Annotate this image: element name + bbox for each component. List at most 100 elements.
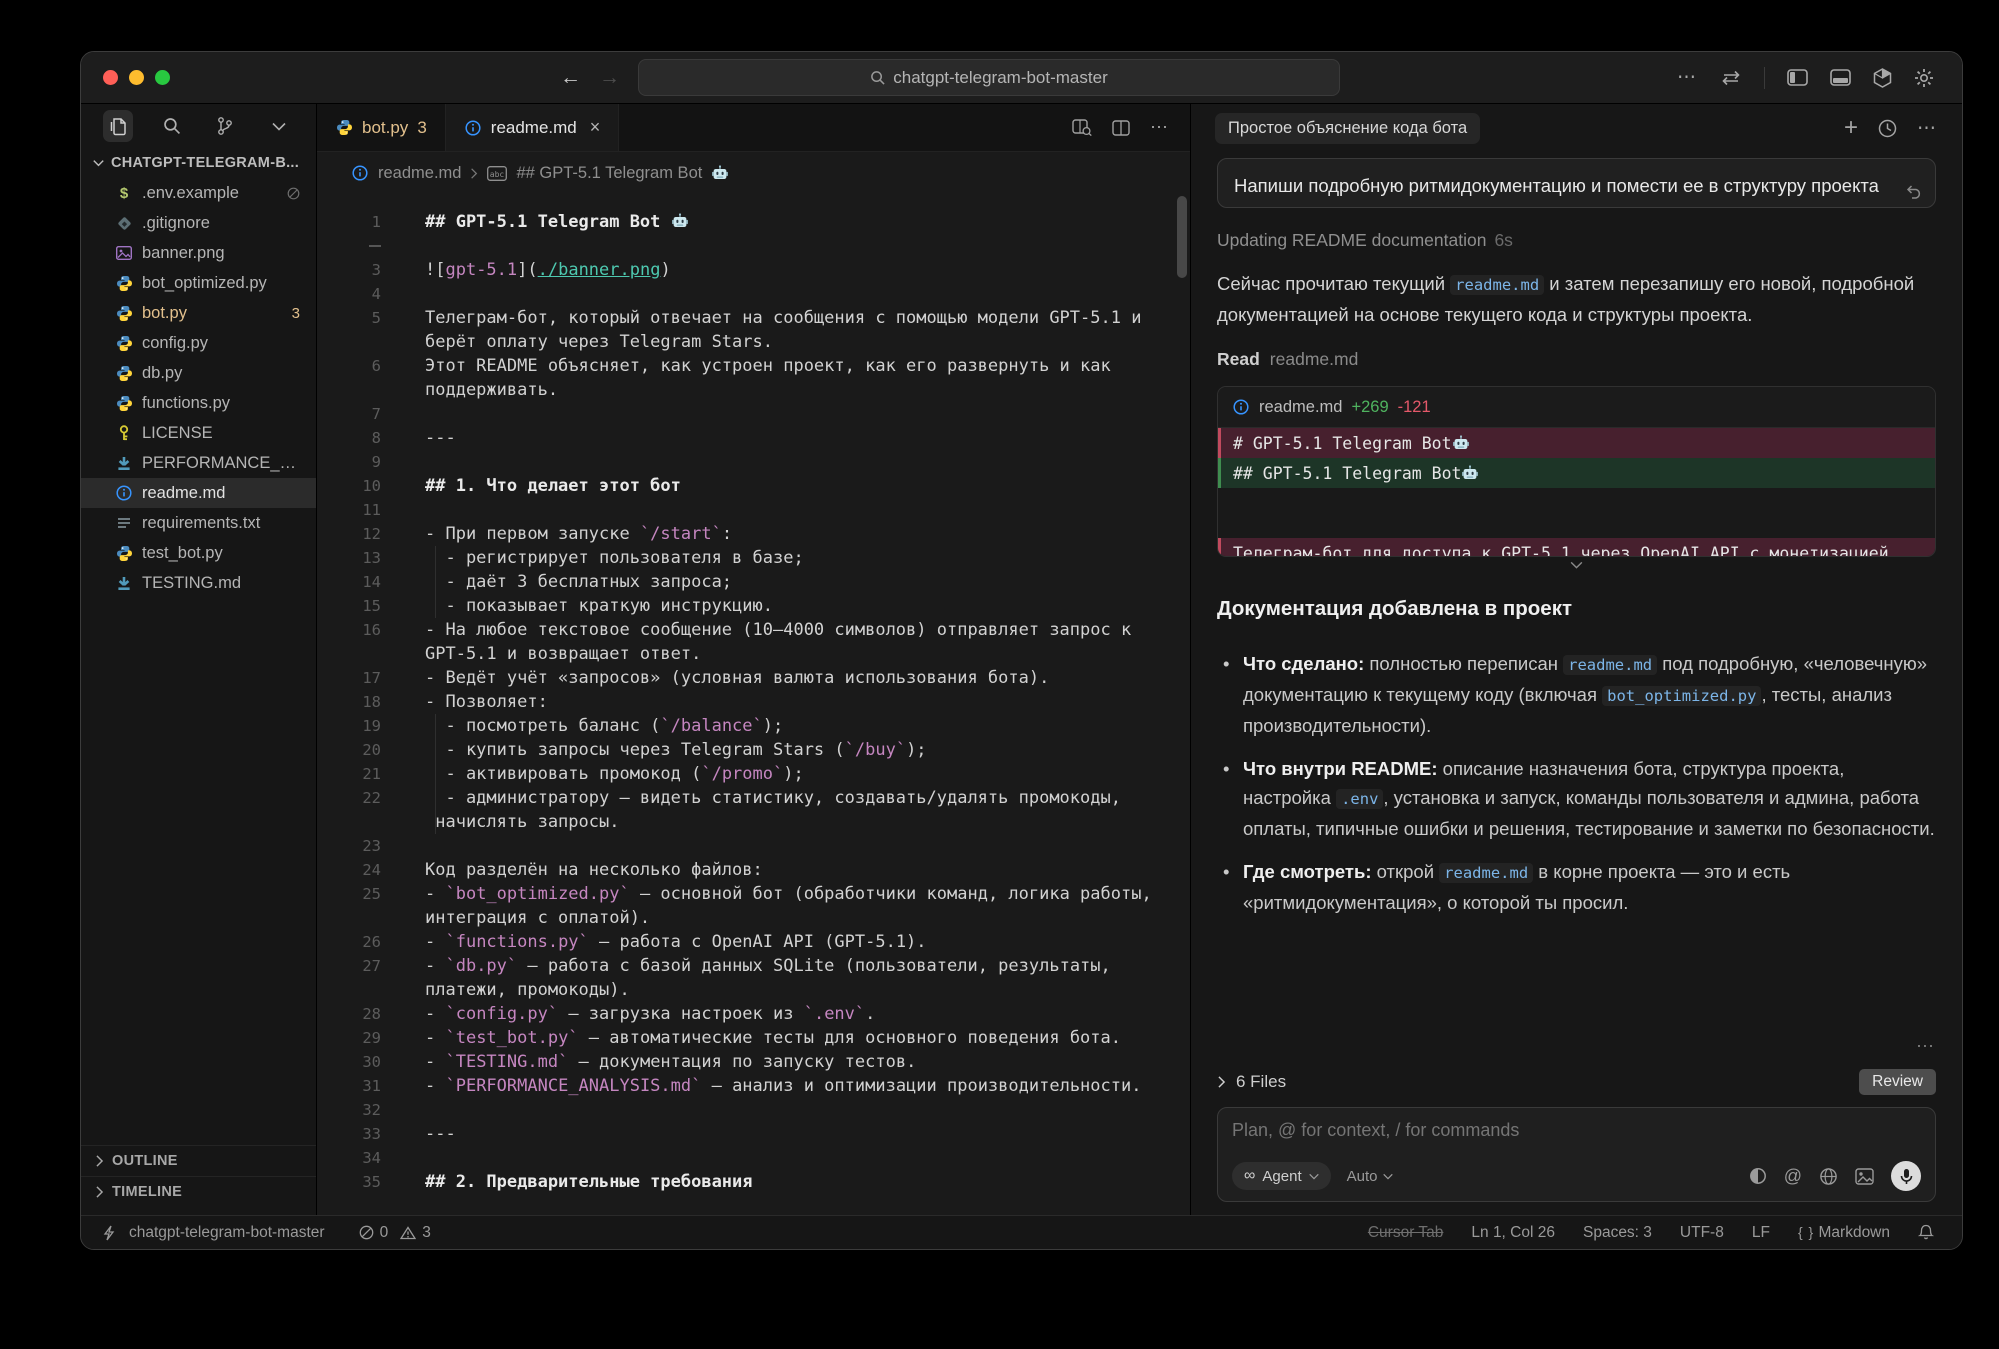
encoding-setting[interactable]: UTF-8 [1680,1224,1724,1242]
breadcrumb[interactable]: readme.md abc ## GPT-5.1 Telegram Bot [317,152,1190,194]
editor-line[interactable]: 18- Позволяет: [317,690,1190,714]
chat-title[interactable]: Простое объяснение кода бота [1215,113,1480,144]
editor-line[interactable]: 5Телеграм-бот, который отвечает на сообщ… [317,306,1190,330]
breadcrumb-file[interactable]: readme.md [378,164,461,183]
editor-line[interactable]: 16- На любое текстовое сообщение (10–400… [317,618,1190,642]
editor-line[interactable]: 9 [317,450,1190,474]
language-mode[interactable]: { } Markdown [1798,1224,1890,1242]
new-chat-icon[interactable]: + [1844,114,1858,142]
editor-line[interactable]: интеграция с оплатой). [317,906,1190,930]
file-item-bot-py[interactable]: bot.py3 [81,298,316,328]
editor-line[interactable]: 1## GPT-5.1 Telegram Bot [317,210,1190,234]
notifications-bell-icon[interactable] [1918,1224,1934,1241]
editor-line[interactable]: 12- При первом запуске `/start`: [317,522,1190,546]
minimize-window-button[interactable] [129,70,144,85]
context-usage-icon[interactable] [1749,1167,1767,1185]
file-item-readme-md[interactable]: readme.md [81,478,316,508]
editor-line[interactable]: 29- `test_bot.py` — автоматические тесты… [317,1026,1190,1050]
zoom-window-button[interactable] [155,70,170,85]
editor-line[interactable]: начислять запросы. [317,810,1190,834]
review-button[interactable]: Review [1859,1069,1936,1095]
editor-line[interactable]: 35## 2. Предварительные требования [317,1170,1190,1194]
code-editor[interactable]: 1## GPT-5.1 Telegram Bot 3![gpt-5.1](./b… [317,194,1190,1215]
toggle-panel-icon[interactable] [1830,69,1851,86]
attach-image-icon[interactable] [1855,1168,1874,1185]
editor-line[interactable]: 24Код разделён на несколько файлов: [317,858,1190,882]
project-header[interactable]: CHATGPT-TELEGRAM-B... [81,148,316,178]
source-control-icon[interactable] [211,110,241,142]
voice-input-button[interactable] [1891,1161,1921,1191]
editor-line[interactable]: 8--- [317,426,1190,450]
file-item-license[interactable]: LICENSE [81,418,316,448]
editor-line[interactable]: поддерживать. [317,378,1190,402]
eol-setting[interactable]: LF [1752,1224,1770,1242]
cursor-position[interactable]: Ln 1, Col 26 [1471,1224,1555,1242]
editor-line[interactable]: 3![gpt-5.1](./banner.png) [317,258,1190,282]
split-editor-search-icon[interactable] [1072,119,1092,136]
cube-icon[interactable] [1873,68,1892,88]
editor-line[interactable]: 4 [317,282,1190,306]
chevron-down-icon[interactable] [264,110,294,142]
editor-line[interactable]: 6Этот README объясняет, как устроен прое… [317,354,1190,378]
editor-line[interactable]: 13 - регистрирует пользователя в базе; [317,546,1190,570]
editor-line[interactable]: 21 - активировать промокод (`/promo`); [317,762,1190,786]
editor-line[interactable]: 20 - купить запросы через Telegram Stars… [317,738,1190,762]
tab-readme-md[interactable]: readme.md × [446,104,620,151]
breadcrumb-symbol[interactable]: ## GPT-5.1 Telegram Bot [516,164,702,183]
user-message[interactable]: Напиши подробную ритмидокументацию и пом… [1217,158,1936,208]
editor-line[interactable]: 34 [317,1146,1190,1170]
editor-line[interactable] [317,234,1190,258]
file-item-test-bot-py[interactable]: test_bot.py [81,538,316,568]
explorer-icon[interactable] [103,110,133,142]
mention-icon[interactable]: @ [1784,1166,1802,1187]
diff-file-name[interactable]: readme.md [1259,398,1342,417]
history-clock-icon[interactable] [1878,119,1897,138]
file-item-banner-png[interactable]: banner.png [81,238,316,268]
file-item-functions-py[interactable]: functions.py [81,388,316,418]
editor-line[interactable]: 7 [317,402,1190,426]
file-item-bot-optimized-py[interactable]: bot_optimized.py [81,268,316,298]
statusbar-project[interactable]: chatgpt-telegram-bot-master [129,1224,325,1242]
editor-line[interactable]: 25- `bot_optimized.py` — основной бот (о… [317,882,1190,906]
editor-line[interactable]: 19 - посмотреть баланс (`/balance`); [317,714,1190,738]
problems-indicator[interactable]: 0 3 [359,1224,431,1242]
file-item-performance-an-[interactable]: PERFORMANCE_AN... [81,448,316,478]
model-selector[interactable]: Auto [1347,1168,1394,1185]
close-tab-icon[interactable]: × [590,117,601,138]
read-file-step[interactable]: Readreadme.md [1217,349,1936,370]
editor-line[interactable]: 32 [317,1098,1190,1122]
editor-more-actions-icon[interactable]: ⋯ [1150,117,1170,138]
editor-line[interactable]: платежи, промокоды). [317,978,1190,1002]
split-editor-icon[interactable] [1112,120,1130,136]
more-actions-icon[interactable]: ⋯ [1677,66,1698,89]
editor-line[interactable]: 22 - администратору — видеть статистику,… [317,786,1190,810]
outline-section[interactable]: OUTLINE [81,1145,316,1176]
file-item-requirements-txt[interactable]: requirements.txt [81,508,316,538]
editor-line[interactable]: GPT-5.1 и возвращает ответ. [317,642,1190,666]
cursor-tab-toggle[interactable]: Cursor Tab [1368,1224,1444,1242]
changed-files-row[interactable]: 6 Files Review [1217,1063,1936,1101]
file-item-db-py[interactable]: db.py [81,358,316,388]
editor-line[interactable]: 15 - показывает краткую инструкцию. [317,594,1190,618]
web-globe-icon[interactable] [1819,1167,1838,1186]
restore-checkpoint-icon[interactable] [1906,184,1923,199]
message-more-icon[interactable]: ⋯ [1217,1030,1936,1059]
editor-line[interactable]: 23 [317,834,1190,858]
editor-line[interactable]: 10## 1. Что делает этот бот [317,474,1190,498]
indentation-setting[interactable]: Spaces: 3 [1583,1224,1652,1242]
timeline-section[interactable]: TIMELINE [81,1176,316,1207]
command-center-search[interactable]: chatgpt-telegram-bot-master [638,59,1340,96]
file-item--gitignore[interactable]: ◆.gitignore [81,208,316,238]
editor-line[interactable]: 30- `TESTING.md` — документация по запус… [317,1050,1190,1074]
file-item-config-py[interactable]: config.py [81,328,316,358]
editor-line[interactable]: 17- Ведёт учёт «запросов» (условная валю… [317,666,1190,690]
forward-icon[interactable]: → [599,67,620,88]
close-window-button[interactable] [103,70,118,85]
diff-expand-chevron[interactable] [1217,561,1936,569]
agent-mode-selector[interactable]: ∞ Agent [1232,1162,1331,1190]
editor-line[interactable]: 14 - даёт 3 бесплатных запроса; [317,570,1190,594]
remote-icon[interactable] [101,1225,117,1241]
diff-card[interactable]: readme.md +269 -121 # GPT-5.1 Telegram B… [1217,386,1936,557]
diff-preview[interactable]: # GPT-5.1 Telegram Bot ## GPT-5.1 Telegr… [1218,428,1935,556]
editor-line[interactable]: 11 [317,498,1190,522]
